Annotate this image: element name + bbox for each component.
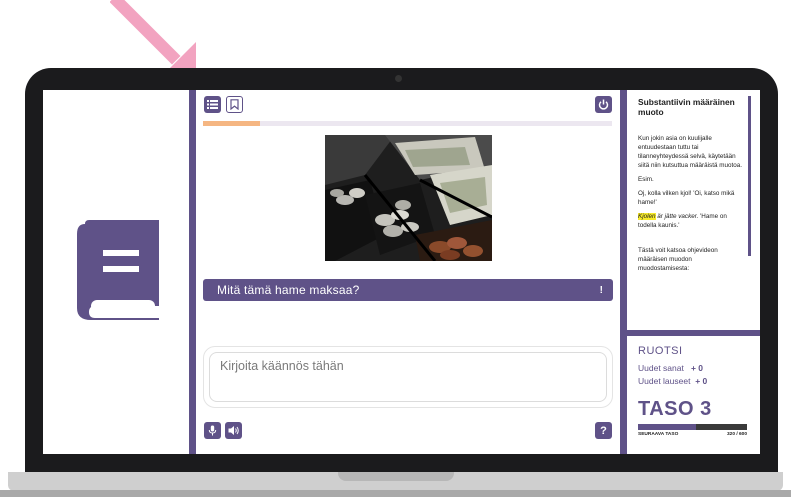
left-pane [43,90,189,454]
cash-register-drawer-photo [325,135,492,261]
laptop-camera [395,75,402,82]
level-progress-fill [638,424,697,430]
help-button[interactable]: ? [595,422,612,439]
bookmark-icon [230,99,239,110]
next-level-progress: 320 / 600 [726,432,747,437]
book-icon [77,220,159,320]
tip-example-2-text: är jätte vacker. [655,213,699,220]
new-sentences-label: Uudet lauseet [638,376,691,386]
tip-video-text: Tästä voit katsoa ohjevideon määräisen m… [638,247,718,272]
app-screen: Mitä tämä hame maksaa? ! ? Substantiivi [43,90,760,454]
power-icon [598,99,609,110]
left-divider [189,90,196,454]
grammar-tip-panel: Substantiivin määräinen muoto Kun jokin … [627,90,760,336]
laptop-base-shadow [0,490,791,497]
new-words-stat: Uudet sanat + 0 [638,363,703,373]
level-progress-label: SEURAAVA TASO 320 / 600 [638,432,747,437]
new-sentences-value: + 0 [695,376,708,386]
question-text: Mitä tämä hame maksaa? [217,283,360,297]
answer-field-wrapper [203,346,613,408]
speaker-icon [228,426,239,435]
tip-title: Substantiivin määräinen muoto [638,97,735,117]
microphone-icon [208,425,217,436]
level-progress-bar [638,424,747,430]
new-sentences-stat: Uudet lauseet + 0 [638,376,707,386]
question-bar: Mitä tämä hame maksaa? ! [203,279,613,301]
right-divider [620,90,627,454]
new-words-label: Uudet sanat [638,363,684,373]
lesson-progress-fill [203,121,261,126]
bookmark-button[interactable] [226,96,243,113]
exercise-panel: Mitä tämä hame maksaa? ! ? [196,90,620,454]
language-label: RUOTSI [638,345,683,357]
stats-panel: RUOTSI Uudet sanat + 0 Uudet lauseet + 0… [627,336,760,454]
question-hint-button[interactable]: ! [600,285,603,296]
lesson-progress-bar [203,121,612,126]
speaker-button[interactable] [225,422,242,439]
tip-scrollbar[interactable] [748,96,751,256]
level-title: TASO 3 [638,398,712,420]
new-words-value: + 0 [690,363,703,373]
power-button[interactable] [595,96,612,113]
tip-highlight-word: Kjolen [638,213,656,220]
list-icon [207,100,218,109]
tip-example-label: Esim. [638,176,654,183]
list-button[interactable] [204,96,221,113]
tip-example-1: Oj, kolla vilken kjol! 'Oi, katso mikä h… [638,190,735,206]
next-level-label: SEURAAVA TASO [638,432,679,437]
tip-paragraph: Kun jokin asia on kuulijalle entuudestaa… [638,135,742,169]
laptop-base-notch [338,472,454,481]
microphone-button[interactable] [204,422,221,439]
translation-input[interactable] [209,352,607,402]
tip-example-2: Kjolen är jätte vacker. 'Hame on todella… [638,212,744,230]
